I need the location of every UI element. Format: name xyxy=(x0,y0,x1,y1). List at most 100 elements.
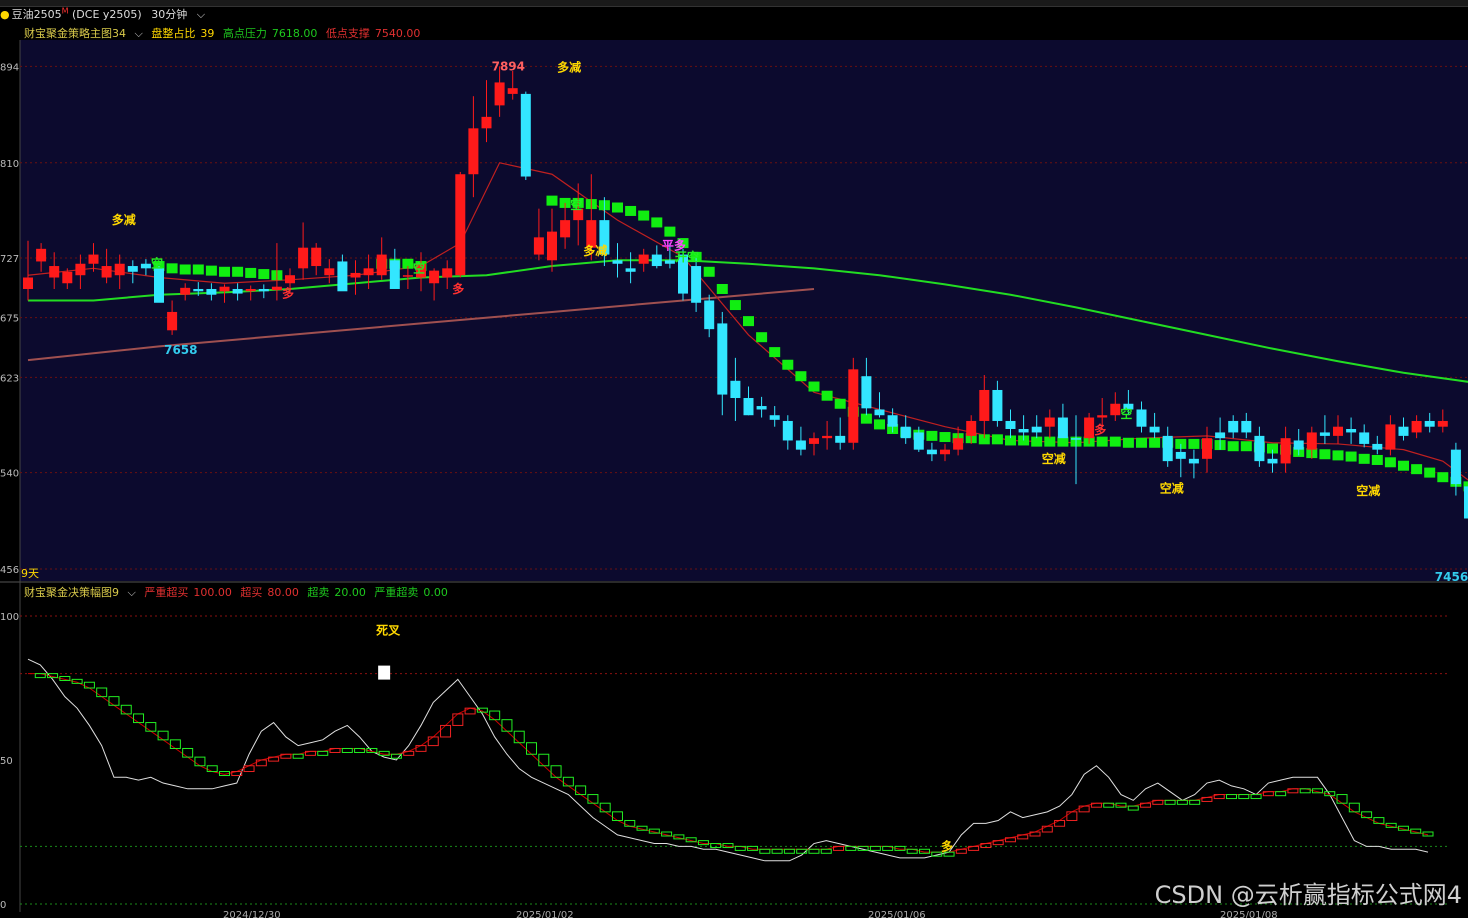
up-candle xyxy=(363,268,374,276)
down-candle xyxy=(1136,409,1147,427)
up-candle xyxy=(979,389,990,421)
trend-block xyxy=(1411,464,1423,475)
date-tick-label: 2024/12/30 xyxy=(223,910,281,918)
trend-block xyxy=(1398,460,1409,471)
down-candle xyxy=(1149,426,1160,433)
down-candle xyxy=(861,376,872,409)
down-candle xyxy=(258,288,269,292)
up-candle xyxy=(101,266,112,278)
sub-gridlines xyxy=(20,615,1448,905)
trend-block xyxy=(1188,438,1200,449)
trend-block xyxy=(1122,437,1134,448)
k-line xyxy=(27,658,1429,862)
d-step-box xyxy=(562,776,574,787)
trend-block xyxy=(703,266,715,277)
d-step-box xyxy=(182,747,194,758)
chart-annotation: 多 xyxy=(452,281,464,296)
chart-annotation: 7658 xyxy=(164,343,197,357)
up-candle xyxy=(376,254,387,276)
d-step-box xyxy=(759,848,771,854)
up-candle xyxy=(1333,426,1343,436)
d-step-box xyxy=(575,785,587,796)
osc-tick-label: 100 xyxy=(0,612,19,623)
trend-block xyxy=(743,316,754,327)
up-candle xyxy=(442,268,453,278)
d-step-box xyxy=(501,719,513,732)
d-step-box xyxy=(1066,811,1078,821)
d-step-box xyxy=(194,756,206,767)
trend-block xyxy=(219,266,230,277)
down-candle xyxy=(769,415,780,420)
down-candle xyxy=(664,260,675,264)
up-candle xyxy=(1280,438,1291,464)
trend-block xyxy=(1345,451,1357,462)
d-step-box xyxy=(243,765,255,773)
trend-block xyxy=(1240,441,1252,452)
chart-annotation: 空 xyxy=(570,197,582,212)
d-step-box xyxy=(599,802,611,813)
date-tick-label: 2025/01/02 xyxy=(516,910,574,918)
trend-block xyxy=(1109,436,1121,447)
d-step-box xyxy=(1127,805,1139,811)
d-step-box xyxy=(869,845,881,851)
down-candle xyxy=(1267,458,1278,464)
trend-block xyxy=(1384,457,1396,468)
d-step-box xyxy=(120,704,132,715)
down-candle xyxy=(232,288,243,294)
down-candle xyxy=(1031,426,1042,433)
down-candle xyxy=(612,260,623,264)
up-candle xyxy=(219,286,230,292)
trend-block xyxy=(166,263,178,274)
up-candle xyxy=(494,82,505,106)
trend-block xyxy=(179,264,191,275)
up-candle xyxy=(114,263,125,276)
trend-block xyxy=(245,267,257,278)
trend-block xyxy=(729,300,741,311)
d-step-box xyxy=(317,750,329,756)
trend-block xyxy=(795,371,807,382)
trend-block xyxy=(1358,453,1370,464)
up-candle xyxy=(88,254,99,264)
trend-block xyxy=(874,419,885,430)
up-candle xyxy=(1110,403,1121,416)
up-candle xyxy=(245,288,256,292)
price-chart-canvas[interactable]: 894810727675623540456 9天 多减多减多减7894765874… xyxy=(0,0,1468,918)
down-candle xyxy=(704,300,715,330)
price-tick-label: 894 xyxy=(0,62,19,73)
trend-block xyxy=(205,265,217,276)
sub-value-axis: 100 50 0 xyxy=(0,612,19,911)
up-candle xyxy=(560,220,571,238)
up-candle xyxy=(23,277,33,289)
trend-block xyxy=(939,432,951,443)
down-candle xyxy=(1228,420,1239,433)
sub-chart-annotations: 死叉多 xyxy=(376,623,953,853)
trend-block xyxy=(258,269,270,280)
d-step-box xyxy=(1348,802,1360,813)
price-tick-label: 456 xyxy=(0,565,19,576)
trend-block xyxy=(1136,437,1147,448)
down-candle xyxy=(154,268,164,303)
down-candle xyxy=(874,409,885,416)
trend-block xyxy=(991,434,1003,445)
trend-block xyxy=(651,217,663,228)
d-step-box xyxy=(415,745,427,752)
d-step-box xyxy=(1238,794,1250,800)
down-candle xyxy=(1241,420,1252,433)
up-candle xyxy=(468,128,479,175)
d-step-box xyxy=(624,819,636,827)
chart-annotation: 空减 xyxy=(1042,451,1066,466)
down-candle xyxy=(691,266,702,303)
up-candle xyxy=(324,268,335,276)
up-candle xyxy=(507,88,518,94)
down-candle xyxy=(140,263,151,269)
up-candle xyxy=(271,286,282,291)
price-tick-label: 623 xyxy=(0,373,19,384)
d-step-box xyxy=(83,681,95,689)
up-candle xyxy=(1411,420,1422,433)
trend-block xyxy=(716,283,728,294)
trend-block xyxy=(192,264,204,275)
down-candle xyxy=(1450,449,1461,485)
chart-annotation: 空 xyxy=(1120,406,1132,421)
down-candle xyxy=(926,449,937,455)
down-candle xyxy=(900,426,911,439)
